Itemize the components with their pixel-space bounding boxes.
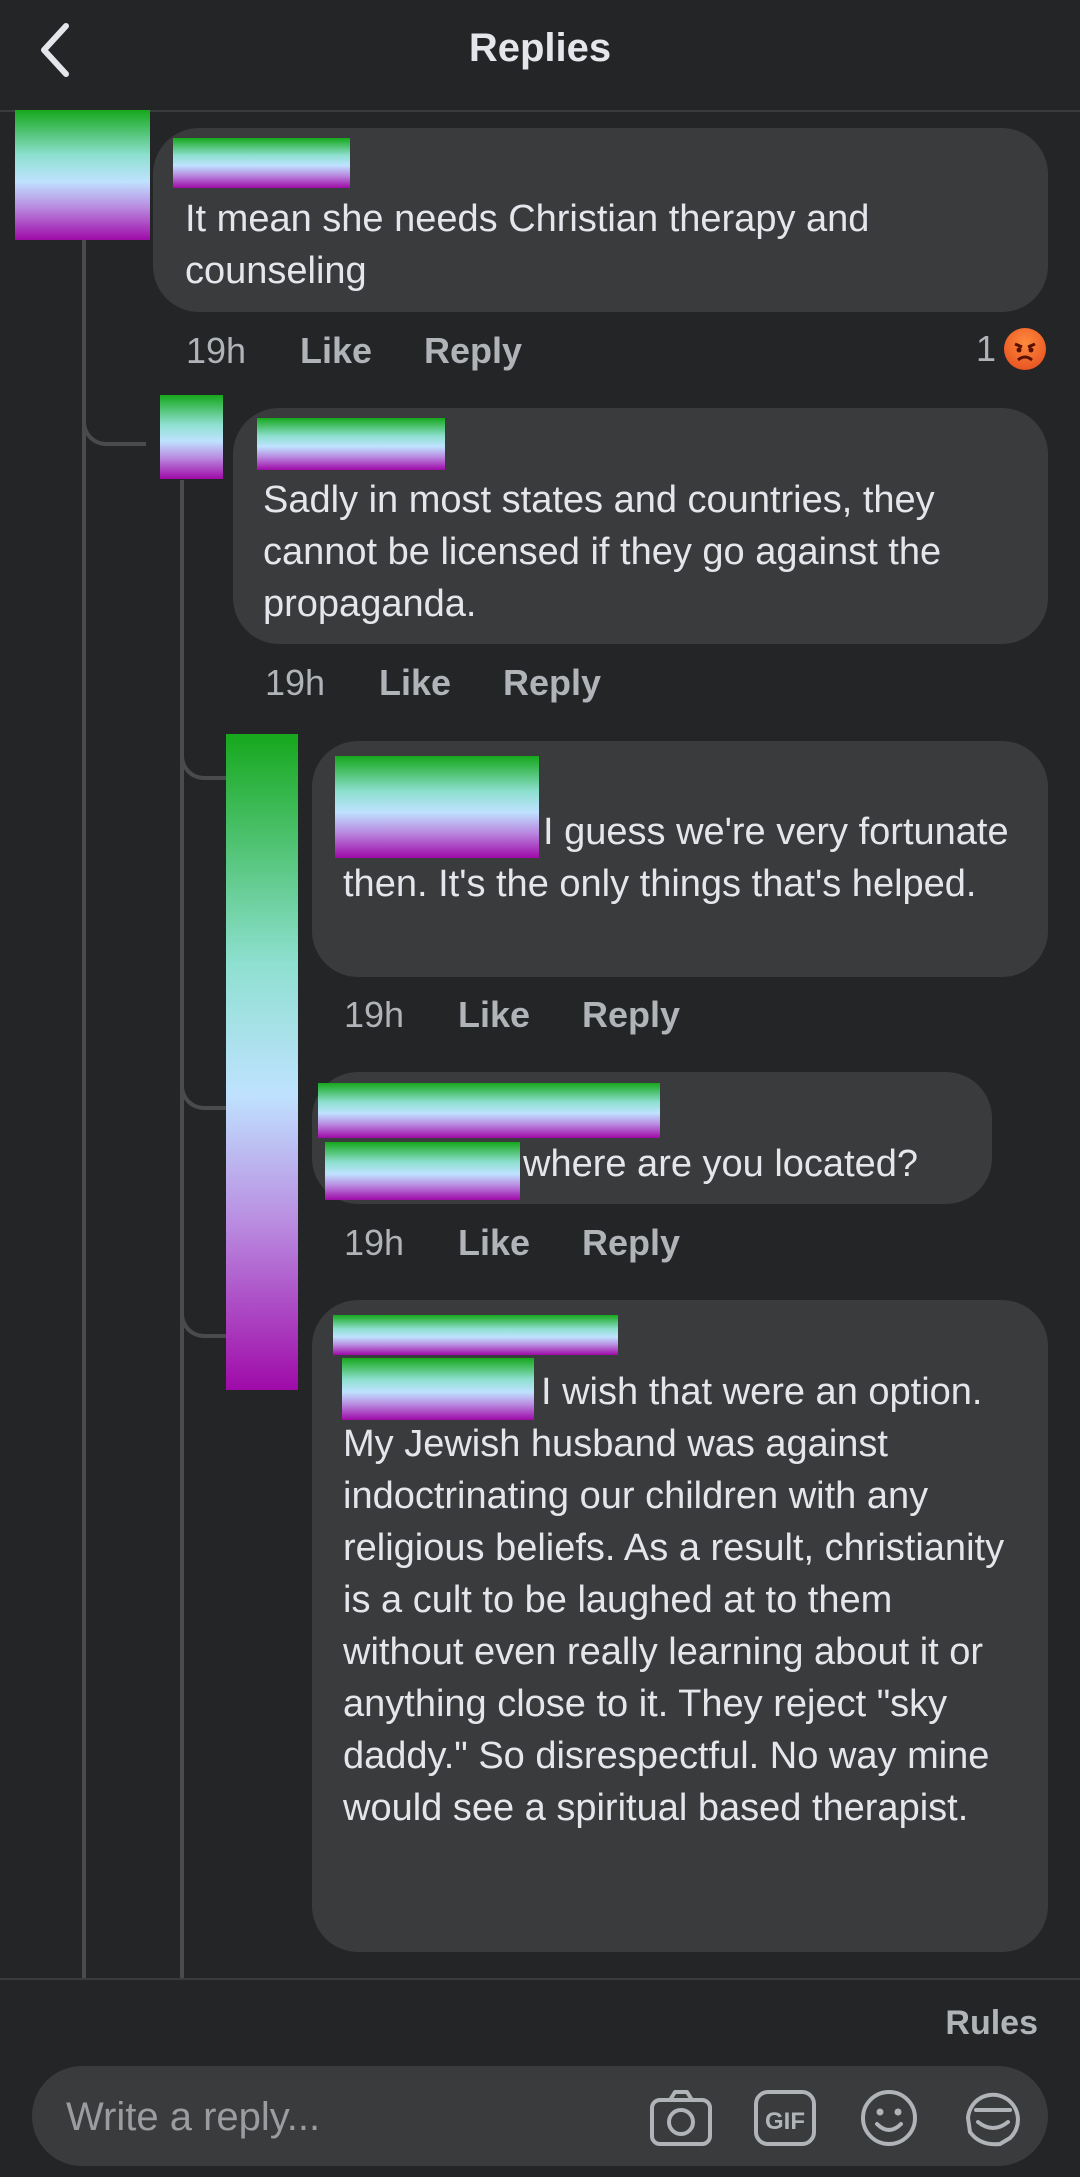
reply-button[interactable]: Reply xyxy=(582,994,680,1036)
emoji-icon[interactable] xyxy=(856,2088,922,2148)
thread-line xyxy=(82,240,86,1978)
avatar[interactable] xyxy=(160,395,223,479)
author-name[interactable] xyxy=(333,1315,618,1355)
comment-time: 19h xyxy=(344,994,405,1035)
comment-text: It mean she needs Christian therapy and … xyxy=(185,198,870,292)
reply-button[interactable]: Reply xyxy=(424,330,522,372)
mentioned-user[interactable] xyxy=(325,1142,520,1200)
comment-text: I guess we're very fortunate then. It's … xyxy=(343,811,1009,905)
thread-line xyxy=(180,480,184,1978)
rules-link[interactable]: Rules xyxy=(945,2004,1038,2043)
like-button[interactable]: Like xyxy=(379,662,451,704)
avatar[interactable] xyxy=(15,110,150,240)
thread-connector xyxy=(180,1278,228,1338)
reply-input-container[interactable]: GIF xyxy=(32,2066,1048,2166)
thread-connector xyxy=(180,720,228,780)
gif-icon[interactable]: GIF xyxy=(752,2088,818,2148)
reaction-count[interactable]: 1 xyxy=(976,328,996,370)
like-button[interactable]: Like xyxy=(300,330,372,372)
comment-time: 19h xyxy=(265,662,326,703)
svg-text:GIF: GIF xyxy=(765,2108,805,2135)
thread-connector xyxy=(180,1050,228,1110)
comment-actions: 19h Like Reply xyxy=(344,1222,744,1266)
sticker-icon[interactable] xyxy=(960,2088,1026,2148)
comment-text: I wish that were an option. My Jewish hu… xyxy=(343,1371,1005,1829)
reply-button[interactable]: Reply xyxy=(582,1222,680,1264)
comment-time: 19h xyxy=(186,330,247,371)
comment-actions: 19h Like Reply xyxy=(186,330,1046,374)
like-button[interactable]: Like xyxy=(458,994,530,1036)
comment-actions: 19h Like Reply xyxy=(265,662,665,706)
author-name[interactable] xyxy=(318,1083,660,1138)
comment-time: 19h xyxy=(344,1222,405,1263)
reply-composer: Rules GIF xyxy=(0,1978,1080,2177)
thread-connector xyxy=(82,396,146,446)
like-button[interactable]: Like xyxy=(458,1222,530,1264)
angry-face-icon xyxy=(1004,328,1046,370)
comment-text: where are you located? xyxy=(523,1143,919,1185)
reply-button[interactable]: Reply xyxy=(503,662,601,704)
camera-icon[interactable] xyxy=(648,2088,714,2148)
reply-input[interactable] xyxy=(64,2084,628,2150)
author-name[interactable] xyxy=(173,138,350,188)
comment-actions: 19h Like Reply xyxy=(344,994,744,1038)
header: Replies xyxy=(0,0,1080,112)
page-title: Replies xyxy=(468,26,612,70)
comment-text: Sadly in most states and countries, they… xyxy=(263,479,942,625)
author-name[interactable] xyxy=(257,418,445,470)
avatar[interactable] xyxy=(226,734,298,1390)
